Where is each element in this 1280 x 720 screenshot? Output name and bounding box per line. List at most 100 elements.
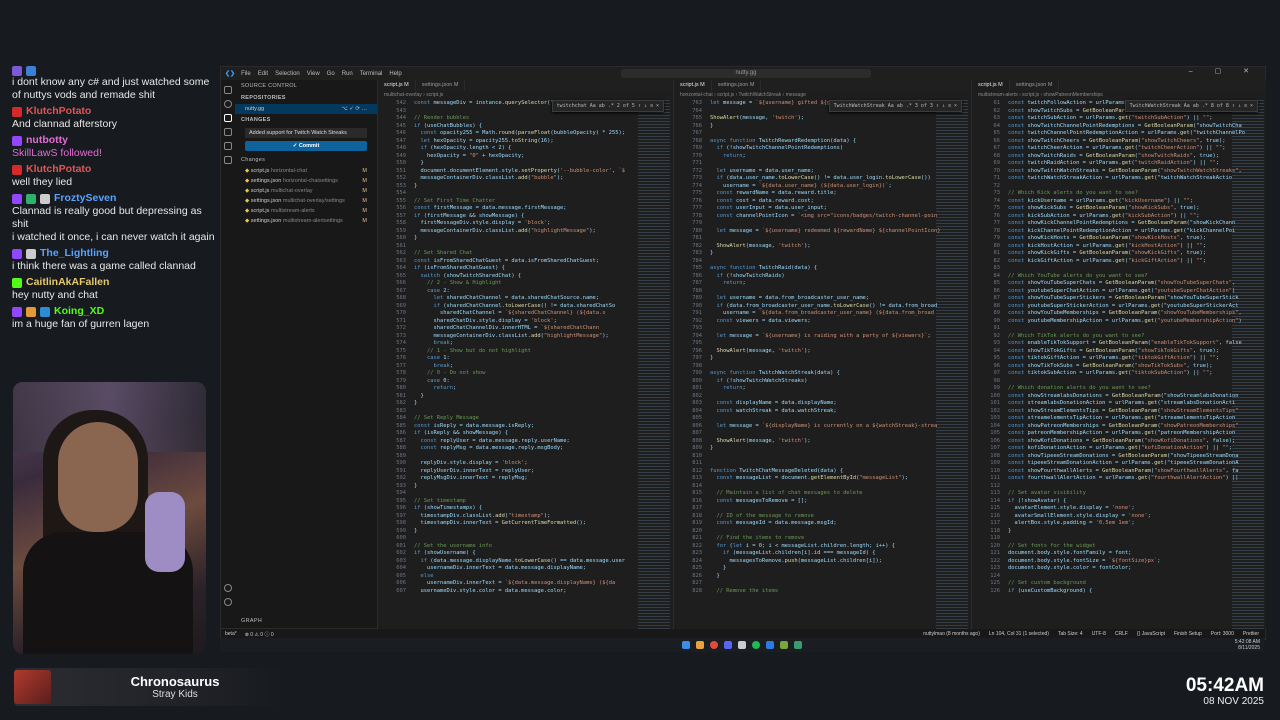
breadcrumb[interactable]: multistream-alerts › script.js › showPat… [972, 91, 1266, 100]
code-line: 88 const youtubeSuperStickerAction = urlP… [993, 302, 1239, 309]
chat-username[interactable]: The_Lightling [40, 247, 109, 260]
spotify-icon[interactable] [752, 641, 760, 649]
editor-tab[interactable]: settings.json M [416, 80, 466, 91]
code-line: 101 const streamlabsDonationAction = urlP… [990, 400, 1236, 406]
chat-username[interactable]: CaitlinAkAFallen [26, 276, 109, 289]
find-widget[interactable]: TwitchWatchStreak Aa ab .* 8 of 8 ↑ ↓ ≡ … [1124, 100, 1258, 112]
editor-pane: script.js Msettings.json Mmultistream-al… [971, 80, 1266, 629]
code-line: 574 break; [396, 340, 453, 346]
code-editor[interactable]: 763let message = `${username} gifted ${g… [674, 100, 940, 629]
code-line: 108 const showTipeeeStreamDonations = Get… [990, 452, 1239, 459]
code-line: 808 ShowAlert(message, 'twitch'); [692, 437, 811, 444]
code-line: 570 sharedChatChannel = `${sharedChatCha… [396, 310, 606, 316]
clock-time: 05:42AM [1185, 675, 1264, 696]
code-line: 798 [692, 362, 702, 369]
chat-username[interactable]: KlutchPotato [26, 163, 91, 176]
system-tray-clock[interactable]: 5:42:08 AM 8/11/2025 [1235, 639, 1260, 651]
code-line: 802 [692, 392, 702, 399]
code-line: 788 [692, 287, 702, 294]
chat-username[interactable]: nutbotty [26, 134, 68, 147]
code-line: 85 const showYouTubeSuperChats = GetBoole… [993, 280, 1236, 286]
code-line: 607 usernameDiv.style.color = data.messa… [396, 587, 567, 594]
code-line: 125// Set custom background [990, 580, 1086, 586]
chat-message-text: i dont know any c# and just watched some… [12, 76, 210, 101]
code-line: 821 // Find the items to remove [692, 535, 805, 541]
code-line: 76 const kickSubAction = urlParams.get("k… [993, 212, 1200, 219]
code-line: 86 const youtubeSuperChatAction = urlPara… [993, 287, 1236, 294]
code-line: 104 const showPatreonMemberships = GetBoo… [990, 422, 1239, 429]
minimap[interactable] [1232, 100, 1264, 629]
code-line: 598 timestampDiv.innerText = GetCurrentT… [396, 520, 587, 526]
code-line: 565 switch (showTwitchSharedChat) { [396, 272, 522, 279]
code-line: 564 if (isFromSharedChatGuest) { [396, 265, 505, 271]
code-line: 792 const viewers = data.viewers; [692, 317, 811, 324]
chat-badge-icon [40, 193, 50, 204]
chat-message: The_Lightling i think there was a game ca… [12, 247, 217, 273]
find-widget[interactable]: TwitchWatchStreak Aa ab .* 3 of 3 ↑ ↓ ≡ … [828, 100, 962, 112]
code-line: 73// Which Kick alerts do you want to se… [993, 190, 1138, 196]
code-line: 556 const firstMessage = data.message.fir… [396, 205, 567, 211]
code-line: 592 replyMsgDiv.innerText = replyMsg; [396, 475, 528, 481]
editor-tab[interactable]: settings.json M [712, 80, 762, 91]
code-line: 765 ShowAlert(message, 'twitch'); [692, 115, 805, 121]
code-line: 828 // Remove the items [692, 587, 779, 594]
obs-icon[interactable] [738, 641, 746, 649]
code-line: 544// Render bubbles [396, 115, 470, 121]
terminal-icon[interactable] [794, 641, 802, 649]
code-line: 80 const kickHostAction = urlParams.get("… [993, 242, 1207, 249]
code-line: 768 async function TwitchRewardRedemption… [692, 137, 857, 144]
code-line: 72 [993, 182, 1001, 189]
code-editor[interactable]: 61const twitchFollowAction = urlParams.g… [972, 100, 1245, 629]
code-line: 586 if (isReply && showMessage) { [396, 430, 509, 436]
chat-badge-icon [12, 106, 22, 117]
code-line: 606 usernameDiv.innerText = `${data.mess… [396, 580, 616, 586]
editor-tab[interactable]: settings.json M [1010, 80, 1060, 91]
editor-pane: script.js Msettings.json Mhorizontal-cha… [673, 80, 970, 629]
breadcrumb[interactable]: horizontal-chat › script.js › TwitchWatc… [674, 91, 970, 100]
explorer-app-icon[interactable] [696, 641, 704, 649]
code-line: 777 const userInput = data.user_input; [692, 205, 827, 211]
vscode-app-icon[interactable] [766, 641, 774, 649]
code-line: 605 else [396, 572, 434, 579]
code-line: 83 [993, 265, 1001, 271]
code-line: 118} [990, 527, 1012, 534]
editor-tab[interactable]: script.js M [674, 80, 712, 91]
breadcrumb[interactable]: multichat-overlay › script.js [378, 91, 672, 100]
minimap[interactable] [936, 100, 968, 629]
code-line: 770 return; [692, 152, 746, 159]
code-line: 93 const enableTikTokSupport = GetBoolean… [993, 340, 1242, 346]
find-widget[interactable]: twitchchat Aa ab .* 2 of 5 ↑ ↓ ≡ × [551, 100, 664, 112]
code-editor[interactable]: 542 const messageDiv = instance.querySele… [378, 100, 636, 629]
code-line: 557 if (firstMessage && showMessage) { [396, 212, 525, 219]
chat-badge-icon [26, 306, 36, 317]
code-line: 827 [692, 580, 702, 586]
code-line: 805 [692, 415, 702, 421]
chat-username[interactable]: FroztySeven [54, 192, 116, 205]
code-line: 584// Set Reply Message [396, 415, 479, 421]
code-line: 553} [396, 182, 418, 189]
app-icon[interactable] [780, 641, 788, 649]
code-line: 804 const watchStreak = data.watchStreak… [692, 407, 837, 414]
chrome-icon[interactable] [710, 641, 718, 649]
discord-icon[interactable] [724, 641, 732, 649]
code-line: 790 if (data.from_broadcaster_user_name.… [692, 302, 938, 309]
code-line: 92// Which TikTok alerts do you want to … [993, 332, 1145, 339]
editor-tab[interactable]: script.js M [972, 80, 1010, 91]
code-line: 819 const messageId = data.message.msgId… [692, 520, 837, 526]
minimap[interactable] [638, 100, 670, 629]
chat-username-line: The_Lightling [12, 247, 217, 260]
code-line: 811 [692, 460, 702, 466]
code-line: 585 const isReply = data.message.isReply; [396, 422, 535, 429]
code-line: 573 messageContainerDiv.classList.add("h… [396, 332, 609, 339]
code-line: 567 case 2: [396, 287, 450, 294]
code-line: 549 hexOpacity = "0" + hexOpacity; [396, 152, 525, 159]
code-line: 815 // Maintain a list of chat messages … [692, 490, 863, 496]
code-line: 84// Which YouTube alerts do you want to… [993, 272, 1148, 279]
editor-tab[interactable]: script.js M [378, 80, 416, 91]
chat-username[interactable]: KlutchPotato [26, 105, 91, 118]
chat-message: nutbotty SkillLawS followed! [12, 134, 217, 160]
now-playing-artist: Stray Kids [152, 689, 198, 700]
chat-username[interactable]: Koing_XD [54, 305, 104, 318]
start-icon[interactable] [682, 641, 690, 649]
code-line: 599} [396, 527, 418, 534]
